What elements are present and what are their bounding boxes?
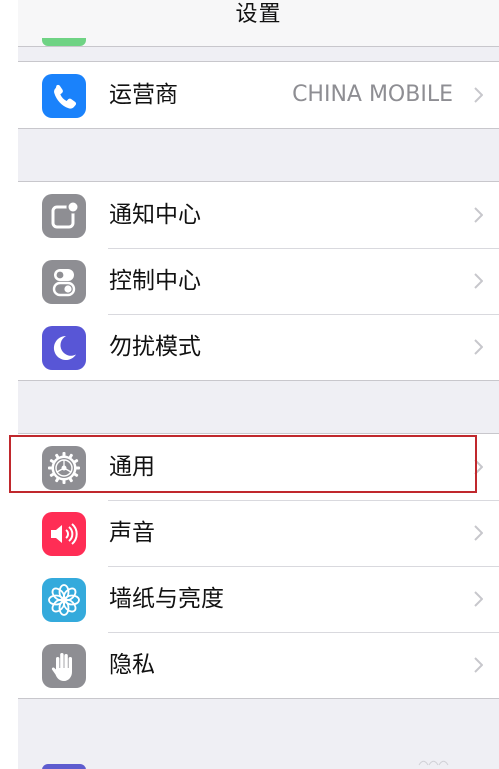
settings-row-notification-center[interactable]: 通知中心 xyxy=(18,182,499,248)
navigation-bar: 设置 xyxy=(18,0,499,47)
carrier-value: CHINA MOBILE xyxy=(292,82,453,107)
chevron-right-icon xyxy=(474,273,483,289)
control-center-icon xyxy=(42,260,86,304)
hand-icon xyxy=(42,644,86,688)
chevron-right-icon xyxy=(474,459,483,475)
speaker-icon xyxy=(42,512,86,556)
flower-icon xyxy=(42,578,86,622)
settings-row-label: 勿扰模式 xyxy=(109,334,201,360)
settings-row-label: 控制中心 xyxy=(109,268,201,294)
settings-row-label: 通用 xyxy=(109,454,155,480)
settings-group-carrier: 运营商 CHINA MOBILE xyxy=(18,61,499,129)
settings-row-general[interactable]: 通用 xyxy=(18,434,499,500)
settings-row-do-not-disturb[interactable]: 勿扰模式 xyxy=(18,314,499,380)
chevron-right-icon xyxy=(474,591,483,607)
watermark-icon xyxy=(418,760,449,766)
settings-row-privacy[interactable]: 隐私 xyxy=(18,632,499,698)
settings-row-label: 隐私 xyxy=(109,652,155,678)
settings-group-general: 通用 声音 墙纸与亮度 隐私 xyxy=(18,433,499,699)
settings-row-control-center[interactable]: 控制中心 xyxy=(18,248,499,314)
chevron-right-icon xyxy=(474,339,483,355)
chevron-right-icon xyxy=(474,657,483,673)
chevron-right-icon xyxy=(474,207,483,223)
settings-screen: 设置 运营商 CHINA MOBILE 通知中心 控制中心 勿扰模式 通用 声音… xyxy=(18,0,499,769)
settings-group-notifications: 通知中心 控制中心 勿扰模式 xyxy=(18,181,499,381)
gear-icon xyxy=(42,446,86,490)
settings-row-sounds[interactable]: 声音 xyxy=(18,500,499,566)
chevron-right-icon xyxy=(474,87,483,103)
settings-row-label: 运营商 xyxy=(109,82,178,108)
moon-icon xyxy=(42,326,86,370)
settings-row-label: 声音 xyxy=(109,520,155,546)
settings-row-wallpaper-brightness[interactable]: 墙纸与亮度 xyxy=(18,566,499,632)
phone-icon xyxy=(42,74,86,118)
partially-hidden-row-icon xyxy=(42,764,86,769)
page-title: 设置 xyxy=(235,2,282,27)
settings-row-carrier[interactable]: 运营商 CHINA MOBILE xyxy=(18,62,499,128)
settings-row-label: 通知中心 xyxy=(109,202,201,228)
chevron-right-icon xyxy=(474,525,483,541)
partially-hidden-row-icon xyxy=(42,38,86,46)
notification-center-icon xyxy=(42,194,86,238)
settings-row-label: 墙纸与亮度 xyxy=(109,586,224,612)
